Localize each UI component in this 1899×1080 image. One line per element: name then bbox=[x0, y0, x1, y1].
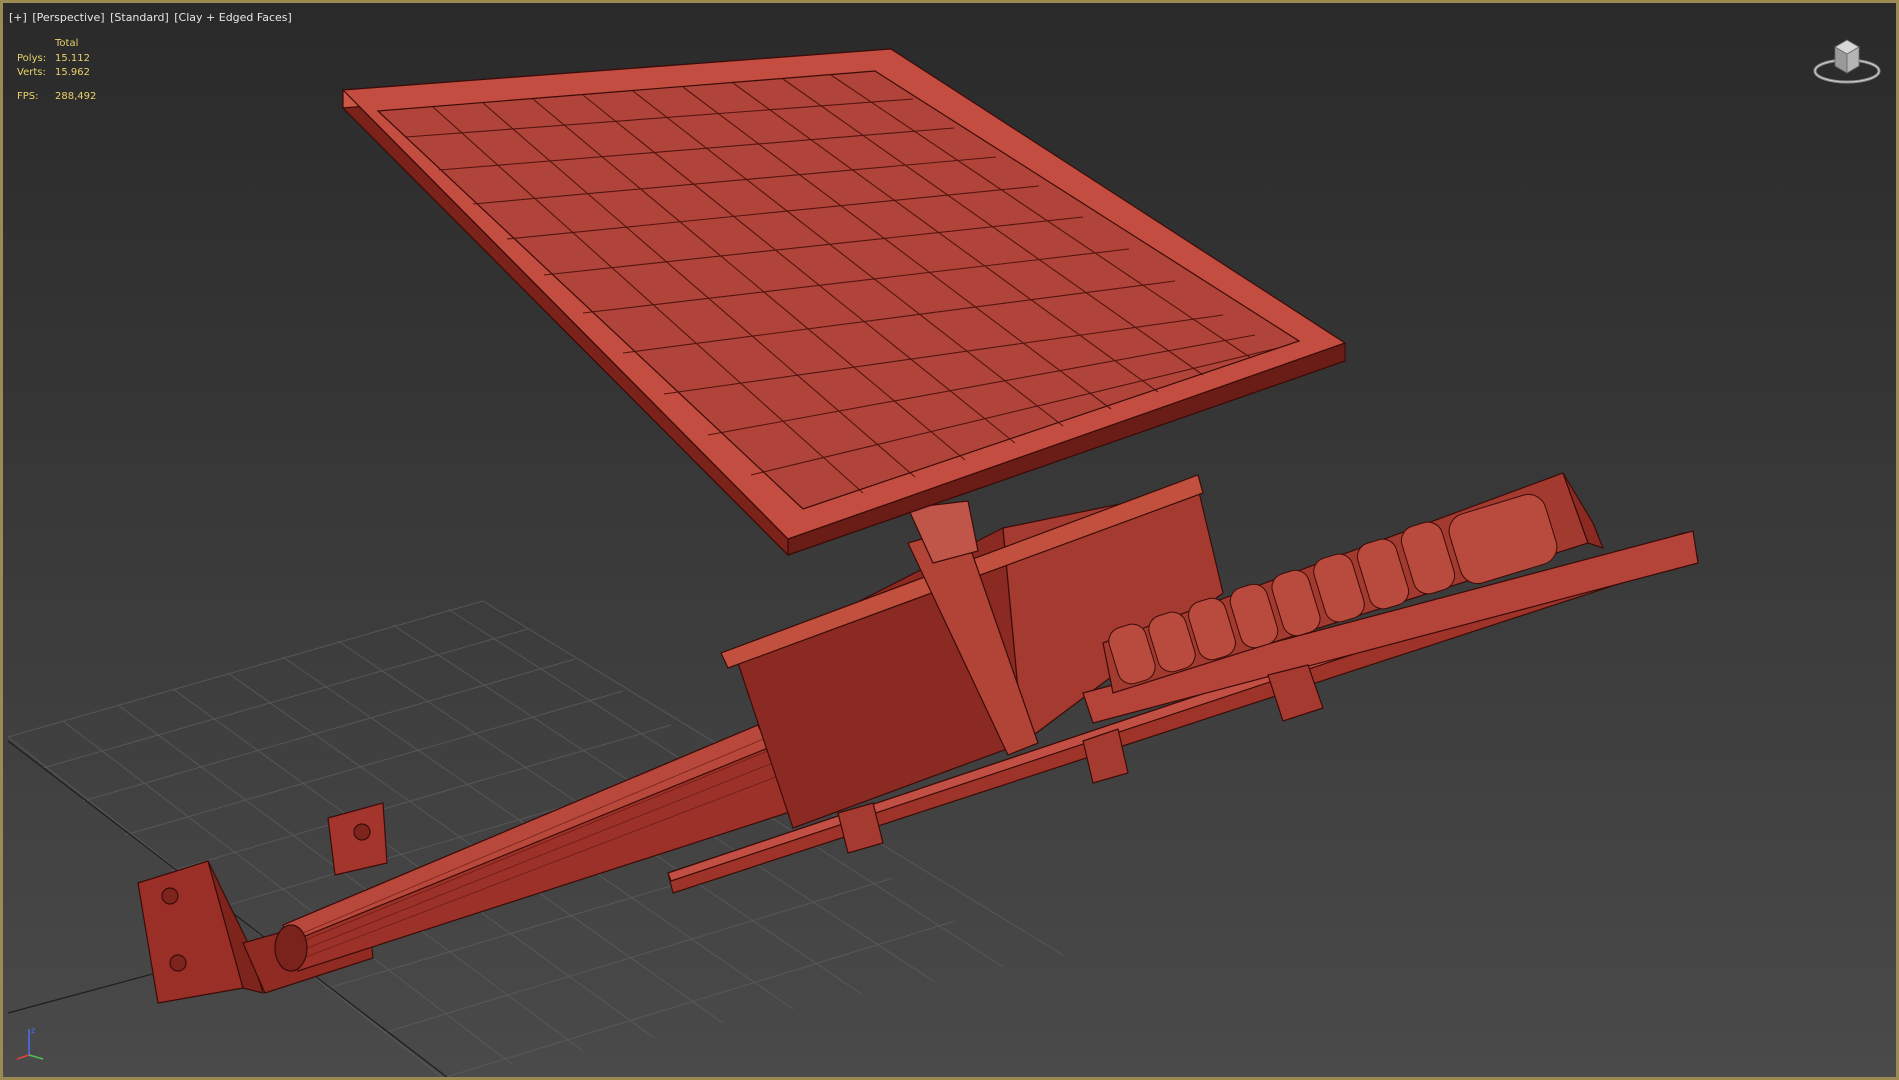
stats-header-row: Total bbox=[17, 37, 96, 52]
viewcube-icon[interactable] bbox=[1811, 33, 1883, 89]
stats-polys-row: Polys: 15.112 bbox=[17, 52, 96, 67]
polys-value: 15.112 bbox=[55, 52, 90, 64]
viewport-menu-button[interactable]: [+] bbox=[9, 11, 27, 24]
viewport-shading-button[interactable]: [Standard] bbox=[110, 11, 169, 24]
verts-value: 15.962 bbox=[55, 67, 90, 78]
svg-text:z: z bbox=[31, 1026, 35, 1035]
statistics-overlay: Total Polys: 15.112 Verts: 15.962 FPS: 2… bbox=[17, 37, 96, 104]
verts-label: Verts: bbox=[17, 67, 46, 78]
perspective-viewport[interactable]: [+] [Perspective] [Standard] [Clay + Edg… bbox=[0, 0, 1899, 1080]
stats-header: Total bbox=[55, 38, 79, 49]
viewport-label-menu[interactable]: [+] [Perspective] [Standard] [Clay + Edg… bbox=[9, 11, 294, 24]
scene-canvas[interactable] bbox=[3, 3, 1899, 1080]
polys-label: Polys: bbox=[17, 52, 47, 64]
fps-label: FPS: bbox=[17, 90, 39, 102]
viewport-view-button[interactable]: [Perspective] bbox=[32, 11, 104, 24]
viewport-display-style-button[interactable]: [Clay + Edged Faces] bbox=[174, 11, 292, 24]
fps-value: 288,492 bbox=[55, 90, 97, 102]
stats-fps-row: FPS: 288,492 bbox=[17, 90, 96, 105]
stats-verts-row: Verts: 15.962 bbox=[17, 66, 96, 81]
axis-tripod-icon: z bbox=[16, 1026, 44, 1060]
